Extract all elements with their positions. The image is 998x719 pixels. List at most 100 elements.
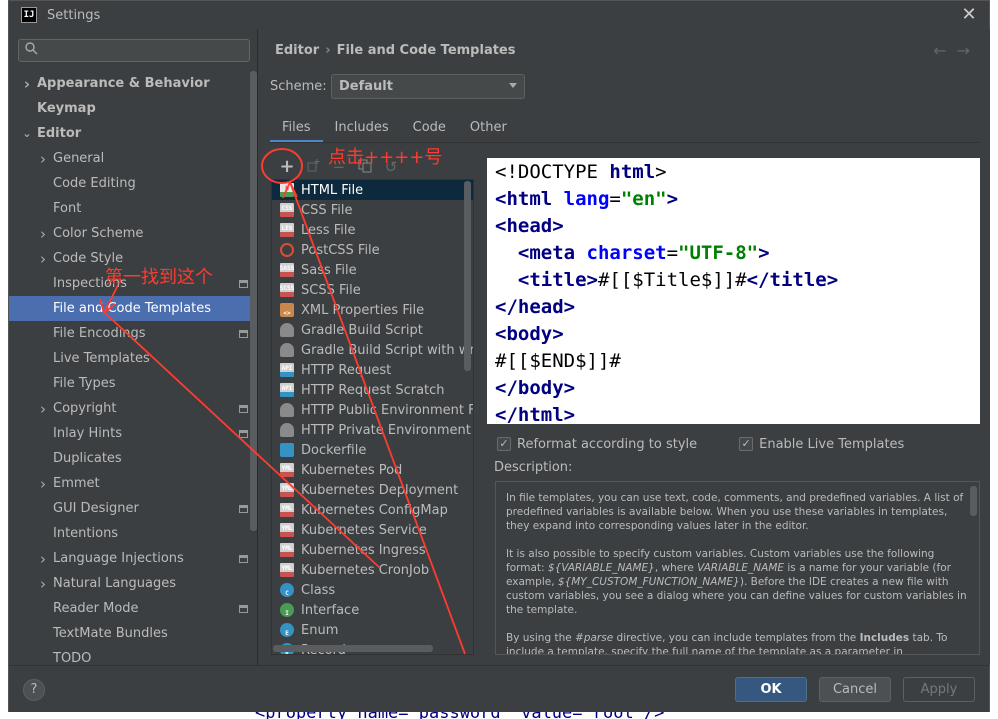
chevron-right-icon[interactable]: › bbox=[37, 400, 49, 418]
template-item[interactable]: Gradle Build Script with wrapper bbox=[272, 340, 473, 360]
template-code-editor[interactable]: <!DOCTYPE html> <html lang="en"> <head> … bbox=[487, 158, 980, 424]
sidebar-item-intentions[interactable]: Intentions bbox=[9, 521, 257, 546]
template-item[interactable]: API HTTP Request bbox=[272, 360, 473, 380]
tab-other[interactable]: Other bbox=[458, 115, 519, 143]
template-item[interactable]: YML Kubernetes Pod bbox=[272, 460, 473, 480]
html-file-icon: H bbox=[280, 183, 294, 197]
template-item[interactable]: YML Kubernetes Deployment bbox=[272, 480, 473, 500]
description-text: ${MY_CUSTOM_FUNCTION_NAME} bbox=[557, 576, 740, 588]
template-item-label: PostCSS File bbox=[301, 242, 380, 258]
sidebar-item-reader-mode[interactable]: Reader Mode bbox=[9, 596, 257, 621]
template-item[interactable]: SASS Sass File bbox=[272, 260, 473, 280]
sidebar-item-file-types[interactable]: File Types bbox=[9, 371, 257, 396]
sidebar-item-label: Color Scheme bbox=[53, 226, 144, 241]
chevron-right-icon[interactable]: › bbox=[37, 550, 49, 568]
template-item-label: CSS File bbox=[301, 202, 353, 218]
nav-arrows: ←→ bbox=[933, 41, 980, 60]
template-item[interactable]: SCSS SCSS File bbox=[272, 280, 473, 300]
description-scrollbar[interactable] bbox=[970, 486, 977, 516]
template-item[interactable]: HTTP Private Environment File bbox=[272, 420, 473, 440]
template-item[interactable]: Dockerfile bbox=[272, 440, 473, 460]
template-item[interactable]: C Class bbox=[272, 580, 473, 600]
ok-button[interactable]: OK bbox=[735, 677, 807, 702]
template-item[interactable]: LES Less File bbox=[272, 220, 473, 240]
template-item-label: XML Properties File bbox=[301, 302, 425, 318]
template-item[interactable]: <> XML Properties File bbox=[272, 300, 473, 320]
code-token: <body> bbox=[495, 323, 564, 345]
template-item[interactable]: YML Kubernetes CronJob bbox=[272, 560, 473, 580]
checkmark-icon[interactable]: ✓ bbox=[739, 437, 754, 451]
reformat-checkbox[interactable]: ✓ Reformat according to style bbox=[497, 437, 697, 452]
sidebar-item-file-and-code-templates[interactable]: File and Code Templates bbox=[9, 296, 257, 321]
sidebar-item-textmate-bundles[interactable]: TextMate Bundles bbox=[9, 621, 257, 646]
sidebar-item-keymap[interactable]: Keymap bbox=[9, 96, 257, 121]
checkmark-icon[interactable]: ✓ bbox=[497, 437, 511, 451]
sidebar-item-todo[interactable]: TODO bbox=[9, 646, 257, 665]
template-item-label: SCSS File bbox=[301, 282, 361, 298]
sidebar-item-general[interactable]: › General bbox=[9, 146, 257, 171]
template-item[interactable]: YML Kubernetes Ingress bbox=[272, 540, 473, 560]
sidebar-item-color-scheme[interactable]: › Color Scheme bbox=[9, 221, 257, 246]
click-plus-annotation: 点击++++号 bbox=[328, 147, 443, 168]
chevron-right-icon[interactable]: › bbox=[37, 250, 49, 268]
breadcrumb-parent[interactable]: Editor bbox=[275, 43, 319, 58]
add-icon[interactable]: + bbox=[279, 158, 295, 176]
forward-arrow-icon[interactable]: → bbox=[957, 41, 980, 60]
sidebar-scrollbar[interactable] bbox=[250, 71, 257, 531]
code-token: = bbox=[609, 188, 621, 210]
sidebar-item-emmet[interactable]: › Emmet bbox=[9, 471, 257, 496]
sidebar-item-editor[interactable]: ⌄ Editor bbox=[9, 121, 257, 146]
back-arrow-icon[interactable]: ← bbox=[933, 41, 956, 60]
apply-button[interactable]: Apply bbox=[903, 677, 975, 702]
template-item-label: Kubernetes CronJob bbox=[301, 562, 430, 578]
close-icon[interactable]: ✕ bbox=[959, 5, 979, 25]
description-box[interactable]: In file templates, you can use text, cod… bbox=[495, 481, 980, 655]
tab-includes[interactable]: Includes bbox=[323, 115, 401, 143]
template-item[interactable]: YML Kubernetes Service bbox=[272, 520, 473, 540]
template-item[interactable]: PostCSS File bbox=[272, 240, 473, 260]
sidebar-item-font[interactable]: Font bbox=[9, 196, 257, 221]
chevron-right-icon[interactable]: › bbox=[21, 75, 33, 93]
sidebar-item-natural-languages[interactable]: › Natural Languages bbox=[9, 571, 257, 596]
template-item[interactable]: Gradle Build Script bbox=[272, 320, 473, 340]
sidebar-item-live-templates[interactable]: Live Templates bbox=[9, 346, 257, 371]
template-item[interactable]: CSS CSS File bbox=[272, 200, 473, 220]
sidebar-item-code-editing[interactable]: Code Editing bbox=[9, 171, 257, 196]
sidebar-item-duplicates[interactable]: Duplicates bbox=[9, 446, 257, 471]
reformat-label: Reformat according to style bbox=[517, 436, 698, 452]
description-text: Includes bbox=[859, 632, 910, 644]
chevron-right-icon[interactable]: › bbox=[37, 575, 49, 593]
template-list-vscrollbar[interactable] bbox=[464, 181, 471, 371]
cancel-button[interactable]: Cancel bbox=[819, 677, 891, 702]
chevron-right-icon[interactable]: › bbox=[37, 475, 49, 493]
template-item[interactable]: E Enum bbox=[272, 620, 473, 640]
sidebar-item-language-injections[interactable]: › Language Injections bbox=[9, 546, 257, 571]
template-item[interactable]: API HTTP Request Scratch bbox=[272, 380, 473, 400]
sidebar-item-label: Keymap bbox=[37, 101, 96, 116]
template-list-hscrollbar[interactable] bbox=[273, 645, 433, 652]
sidebar-item-appearance-behavior[interactable]: › Appearance & Behavior bbox=[9, 71, 257, 96]
help-button[interactable]: ? bbox=[23, 679, 45, 701]
sidebar-item-copyright[interactable]: › Copyright bbox=[9, 396, 257, 421]
template-item-label: HTTP Request Scratch bbox=[301, 382, 445, 398]
chevron-right-icon[interactable]: › bbox=[37, 225, 49, 243]
api-file-icon: API bbox=[280, 363, 294, 377]
chevron-right-icon[interactable]: › bbox=[37, 150, 49, 168]
sidebar-item-label: Reader Mode bbox=[53, 601, 139, 616]
template-item[interactable]: I Interface bbox=[272, 600, 473, 620]
template-item[interactable]: YML Kubernetes ConfigMap bbox=[272, 500, 473, 520]
tab-files[interactable]: Files bbox=[270, 115, 323, 143]
template-item[interactable]: HTTP Public Environment File bbox=[272, 400, 473, 420]
add-child-icon[interactable] bbox=[305, 159, 321, 175]
sidebar-item-gui-designer[interactable]: GUI Designer bbox=[9, 496, 257, 521]
template-item[interactable]: H HTML File bbox=[272, 180, 473, 200]
live-templates-checkbox[interactable]: ✓ Enable Live Templates bbox=[739, 437, 904, 452]
postcss-file-icon bbox=[280, 243, 294, 257]
settings-search[interactable] bbox=[18, 39, 250, 62]
search-input[interactable] bbox=[42, 43, 242, 58]
scheme-dropdown[interactable]: Default bbox=[331, 74, 525, 99]
chevron-down-icon[interactable]: ⌄ bbox=[21, 127, 33, 140]
sidebar-item-inlay-hints[interactable]: Inlay Hints bbox=[9, 421, 257, 446]
sidebar-item-file-encodings[interactable]: File Encodings bbox=[9, 321, 257, 346]
tab-code[interactable]: Code bbox=[401, 115, 458, 143]
